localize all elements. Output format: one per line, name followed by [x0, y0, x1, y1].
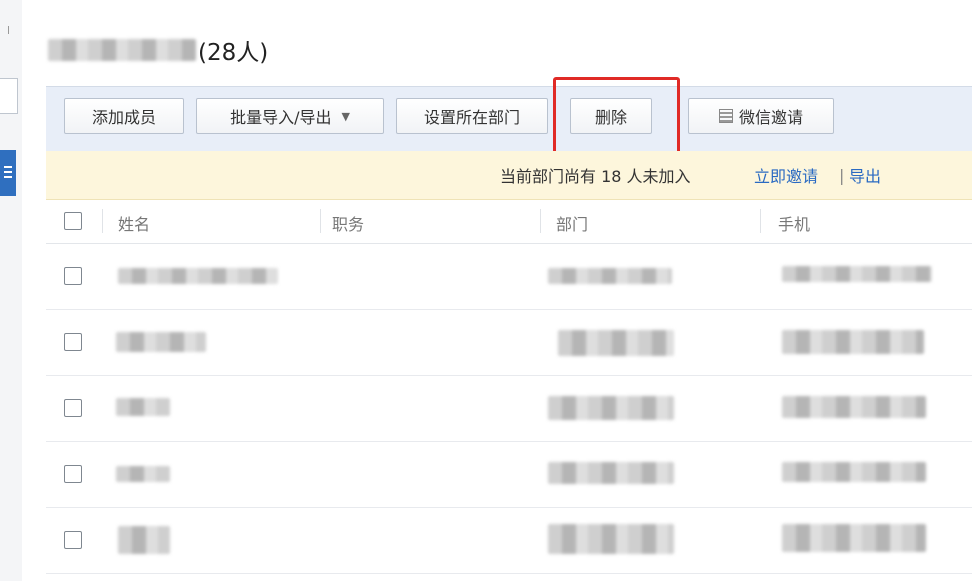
- mobile-redacted: [782, 266, 932, 282]
- department-redacted: [548, 524, 674, 554]
- export-link[interactable]: 导出: [849, 163, 881, 187]
- table-row[interactable]: [46, 376, 972, 442]
- name-redacted: [116, 398, 170, 416]
- mobile-redacted: [782, 462, 926, 482]
- mobile-redacted: [782, 330, 924, 354]
- department-redacted: [548, 396, 674, 420]
- wechat-invite-label: 微信邀请: [738, 108, 803, 127]
- delete-label: 删除: [594, 108, 627, 127]
- department-redacted: [558, 330, 674, 356]
- department-redacted: [548, 462, 674, 484]
- page-title: (28人): [48, 32, 268, 68]
- add-member-label: 添加成员: [91, 108, 156, 127]
- qr-code-icon: [718, 109, 733, 123]
- sidebar-active-item[interactable]: [0, 150, 16, 196]
- row-checkbox[interactable]: [64, 399, 82, 417]
- row-checkbox[interactable]: [64, 531, 82, 549]
- table-row[interactable]: [46, 310, 972, 376]
- pending-invite-notice: 当前部门尚有 18 人未加入 立即邀请 | 导出: [46, 151, 972, 200]
- name-redacted: [118, 526, 170, 554]
- row-checkbox[interactable]: [64, 267, 82, 285]
- sidebar-tick: [8, 26, 15, 34]
- header-position[interactable]: 职务: [332, 211, 364, 235]
- delete-button[interactable]: 删除: [570, 98, 652, 134]
- left-sidebar-edge: [0, 0, 22, 581]
- invite-now-link[interactable]: 立即邀请: [754, 163, 818, 187]
- import-export-button[interactable]: 批量导入/导出 ▼: [196, 98, 384, 134]
- table-row[interactable]: [46, 244, 972, 310]
- notice-message: 当前部门尚有 18 人未加入: [500, 167, 691, 186]
- header-department[interactable]: 部门: [556, 211, 588, 235]
- header-divider: [540, 209, 541, 233]
- name-redacted: [116, 332, 206, 352]
- name-redacted: [118, 268, 278, 284]
- table-header: 姓名 职务 部门 手机: [46, 199, 972, 244]
- toolbar: 添加成员 批量导入/导出 ▼ 设置所在部门 删除 微信邀请: [46, 86, 972, 152]
- import-export-label: 批量导入/导出: [230, 108, 332, 127]
- header-divider: [760, 209, 761, 233]
- select-all-checkbox[interactable]: [64, 212, 82, 230]
- menu-icon: [4, 166, 12, 168]
- member-count: (28人): [198, 40, 269, 66]
- header-divider: [320, 209, 321, 233]
- row-checkbox[interactable]: [64, 333, 82, 351]
- mobile-redacted: [782, 524, 926, 552]
- department-name-redacted: [48, 39, 196, 61]
- table-row[interactable]: [46, 508, 972, 574]
- add-member-button[interactable]: 添加成员: [64, 98, 184, 134]
- row-checkbox[interactable]: [64, 465, 82, 483]
- header-divider: [102, 209, 103, 233]
- sidebar-box[interactable]: [0, 78, 18, 114]
- chevron-down-icon: ▼: [341, 109, 350, 123]
- department-redacted: [548, 268, 672, 284]
- table-row[interactable]: [46, 442, 972, 508]
- wechat-invite-button[interactable]: 微信邀请: [688, 98, 834, 134]
- name-redacted: [116, 466, 170, 482]
- set-department-button[interactable]: 设置所在部门: [396, 98, 548, 134]
- member-table: 姓名 职务 部门 手机: [46, 199, 972, 574]
- set-department-label: 设置所在部门: [423, 108, 520, 127]
- notice-separator: |: [839, 165, 845, 185]
- header-mobile[interactable]: 手机: [778, 211, 810, 235]
- header-name[interactable]: 姓名: [118, 211, 150, 235]
- mobile-redacted: [782, 396, 926, 418]
